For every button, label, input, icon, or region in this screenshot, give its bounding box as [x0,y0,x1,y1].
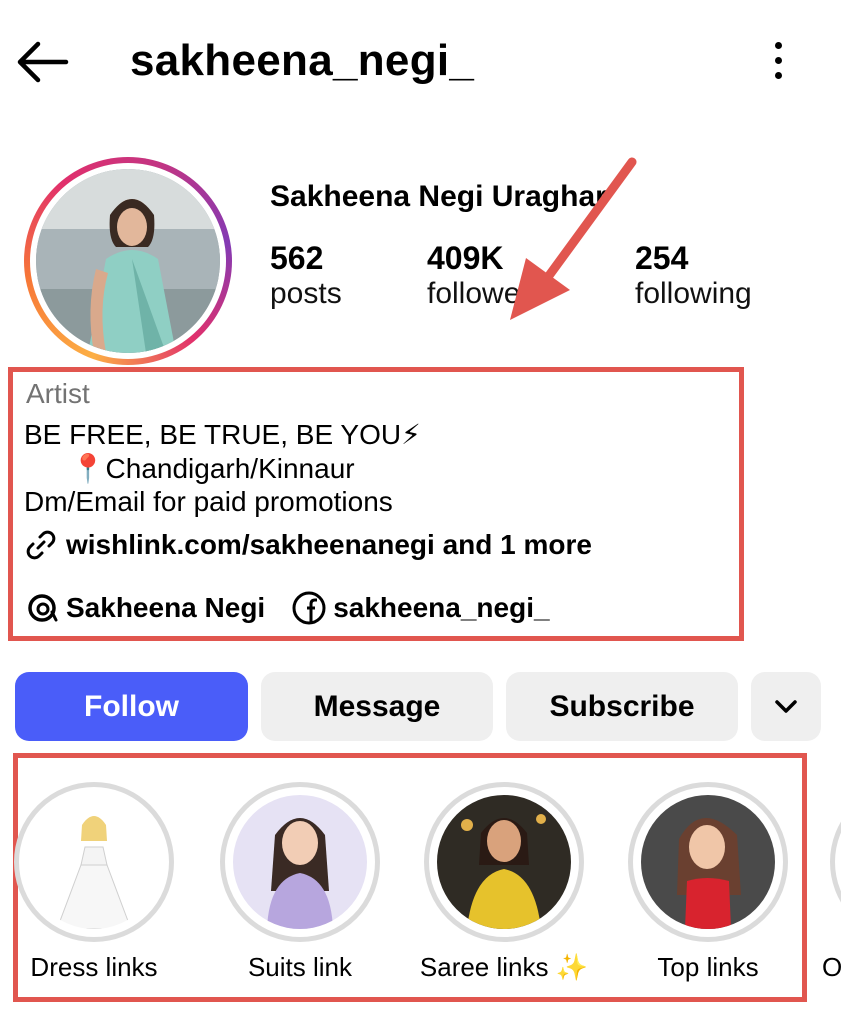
threads-icon [28,594,58,622]
top-avatar-icon [677,817,741,929]
bride-avatar-icon [56,816,132,929]
posts-count: 562 [270,240,324,276]
profile-avatar[interactable] [24,157,232,365]
highlight-label: Suits link [247,952,353,982]
bio-category: Artist [26,378,90,409]
saree-avatar-icon [461,814,546,929]
link-icon [26,530,56,560]
stat-following[interactable]: 254 following [635,240,752,311]
chevron-down-icon [775,699,797,713]
facebook-name: sakheena_negi_ [333,592,550,623]
message-button[interactable]: Message [261,672,493,741]
avatar-photo [36,169,220,353]
back-arrow-icon[interactable] [14,40,70,84]
stat-followers[interactable]: 409K followers [427,240,545,311]
bio-line-3: Dm/Email for paid promotions [24,486,393,517]
suggested-accounts-button[interactable] [751,672,821,741]
following-label: following [635,277,752,310]
social-links-row: Sakheena Negi sakheena_negi_ [24,590,550,626]
following-count: 254 [635,240,689,276]
bio-line-1: BE FREE, BE TRUE, BE YOU⚡ [24,419,421,450]
threads-name: Sakheena Negi [66,592,266,623]
highlight-label: Top links [657,952,759,982]
bio-link[interactable]: wishlink.com/sakheenanegi and 1 more [24,528,592,562]
highlight-label: Saree links ✨ [419,952,589,982]
highlight-label: Dress links [30,952,158,982]
highlight-label: O [822,952,841,982]
facebook-link[interactable]: sakheena_negi_ [291,590,550,626]
follow-button[interactable]: Follow [15,672,248,741]
bio-link-text: wishlink.com/sakheenanegi and 1 more [66,529,592,560]
stat-posts[interactable]: 562 posts [270,240,342,311]
subscribe-button[interactable]: Subscribe [506,672,738,741]
profile-username-title: sakheena_negi_ [130,36,475,85]
posts-label: posts [270,277,342,310]
followers-label: followers [427,277,546,310]
bio-line-2: 📍Chandigarh/Kinnaur [24,453,355,484]
profile-display-name: Sakheena Negi Uraghar [270,180,607,213]
suit-avatar-icon [267,818,333,929]
followers-count: 409K [427,240,504,276]
highlight-partial[interactable]: O [822,782,841,982]
more-options-icon[interactable] [760,42,796,84]
facebook-icon [292,591,326,625]
threads-link[interactable]: Sakheena Negi [24,590,265,626]
